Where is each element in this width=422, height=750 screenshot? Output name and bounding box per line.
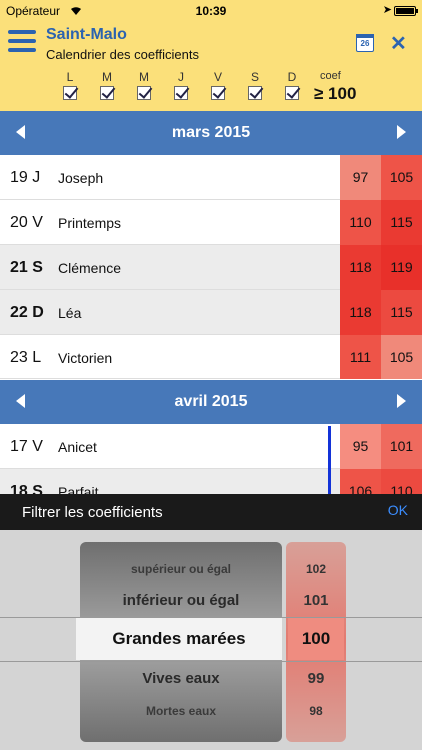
status-bar: Opérateur 10:39 ➤ <box>0 0 422 22</box>
coef-threshold[interactable]: ≥ 100 <box>314 84 356 104</box>
coef-morning: 97 <box>340 155 381 200</box>
table-row[interactable]: 20 V Printemps 110 115 <box>0 200 422 245</box>
coef-morning: 111 <box>340 335 381 379</box>
coef-morning: 95 <box>340 424 381 469</box>
filter-title: Filtrer les coefficients <box>22 504 163 521</box>
coef-evening: 105 <box>381 335 422 379</box>
coef-label: coef <box>320 70 341 82</box>
day-toggle-tuesday[interactable]: M <box>95 70 119 105</box>
selected-option[interactable]: Grandes marées <box>76 618 282 660</box>
picker-number[interactable]: 102 <box>286 562 346 576</box>
picker-number[interactable]: 99 <box>286 670 346 687</box>
selection-line-bottom <box>0 661 422 662</box>
calendar-icon-day: 26 <box>360 39 370 48</box>
coef-evening: 101 <box>381 424 422 469</box>
close-button[interactable]: ✕ <box>390 31 407 56</box>
table-row[interactable]: 19 J Joseph 97 105 <box>0 155 422 200</box>
row-date: 17 V <box>10 438 43 455</box>
battery-icon <box>394 6 418 16</box>
month-label: avril 2015 <box>174 393 248 410</box>
row-date: 22 D <box>10 304 44 321</box>
app-header: Saint-Malo Calendrier des coefficients 2… <box>0 22 422 112</box>
coef-evening: 115 <box>381 290 422 335</box>
next-month-icon[interactable] <box>397 125 406 139</box>
page-title: Saint-Malo <box>46 26 127 43</box>
row-saint: Joseph <box>58 170 104 186</box>
coef-morning: 118 <box>340 290 381 335</box>
coef-evening: 115 <box>381 200 422 245</box>
row-saint: Anicet <box>58 439 97 455</box>
picker-option[interactable]: Mortes eaux <box>80 704 282 718</box>
checkbox-icon[interactable] <box>100 86 114 100</box>
checkbox-icon[interactable] <box>285 86 299 100</box>
picker-option[interactable]: supérieur ou égal <box>80 562 282 576</box>
coef-evening: 119 <box>381 245 422 290</box>
picker-number[interactable]: 98 <box>286 704 346 718</box>
picker-number[interactable]: 101 <box>286 592 346 609</box>
location-arrow-icon: ➤ <box>382 4 392 16</box>
coef-morning: 118 <box>340 245 381 290</box>
checkbox-icon[interactable] <box>248 86 262 100</box>
picker-option[interactable]: inférieur ou égal <box>80 592 282 609</box>
weekday-filter: L M M J V S D <box>58 70 303 110</box>
checkbox-icon[interactable] <box>63 86 77 100</box>
month-header-april: avril 2015 <box>0 380 422 424</box>
day-toggle-thursday[interactable]: J <box>169 70 193 105</box>
coef-evening: 105 <box>381 155 422 200</box>
calendar-icon[interactable]: 26 <box>356 34 374 52</box>
month-label: mars 2015 <box>171 124 251 141</box>
day-toggle-monday[interactable]: L <box>58 70 82 105</box>
table-row[interactable]: 23 L Victorien 111 105 <box>0 335 422 379</box>
ok-button[interactable]: OK <box>388 502 408 518</box>
table-row[interactable]: 21 S Clémence 118 119 <box>0 245 422 290</box>
picker-option[interactable]: Vives eaux <box>80 670 282 687</box>
table-row[interactable]: 22 D Léa 118 115 <box>0 290 422 335</box>
month-header-march: mars 2015 <box>0 111 422 155</box>
checkbox-icon[interactable] <box>174 86 188 100</box>
row-date: 20 V <box>10 214 43 231</box>
row-date: 23 L <box>10 349 42 366</box>
row-saint: Clémence <box>58 260 122 276</box>
checkbox-icon[interactable] <box>211 86 225 100</box>
table-row[interactable]: 17 V Anicet 95 101 <box>0 424 422 469</box>
selected-number[interactable]: 100 <box>288 618 344 660</box>
coef-morning: 110 <box>340 200 381 245</box>
row-saint: Printemps <box>58 215 122 231</box>
day-toggle-sunday[interactable]: D <box>280 70 304 105</box>
status-time: 10:39 <box>195 4 227 18</box>
row-saint: Victorien <box>58 350 113 366</box>
page-subtitle: Calendrier des coefficients <box>46 47 199 62</box>
row-date: 19 J <box>10 169 41 186</box>
day-toggle-wednesday[interactable]: M <box>132 70 156 105</box>
filter-toolbar: Filtrer les coefficients OK <box>0 494 422 530</box>
day-toggle-friday[interactable]: V <box>206 70 230 105</box>
today-indicator <box>328 426 331 496</box>
row-date: 21 S <box>10 259 43 276</box>
next-month-icon[interactable] <box>397 394 406 408</box>
day-toggle-saturday[interactable]: S <box>243 70 267 105</box>
menu-button[interactable] <box>8 30 36 56</box>
filter-picker[interactable]: supérieur ou égal inférieur ou égal Vive… <box>0 530 422 750</box>
checkbox-icon[interactable] <box>137 86 151 100</box>
row-saint: Léa <box>58 305 82 321</box>
